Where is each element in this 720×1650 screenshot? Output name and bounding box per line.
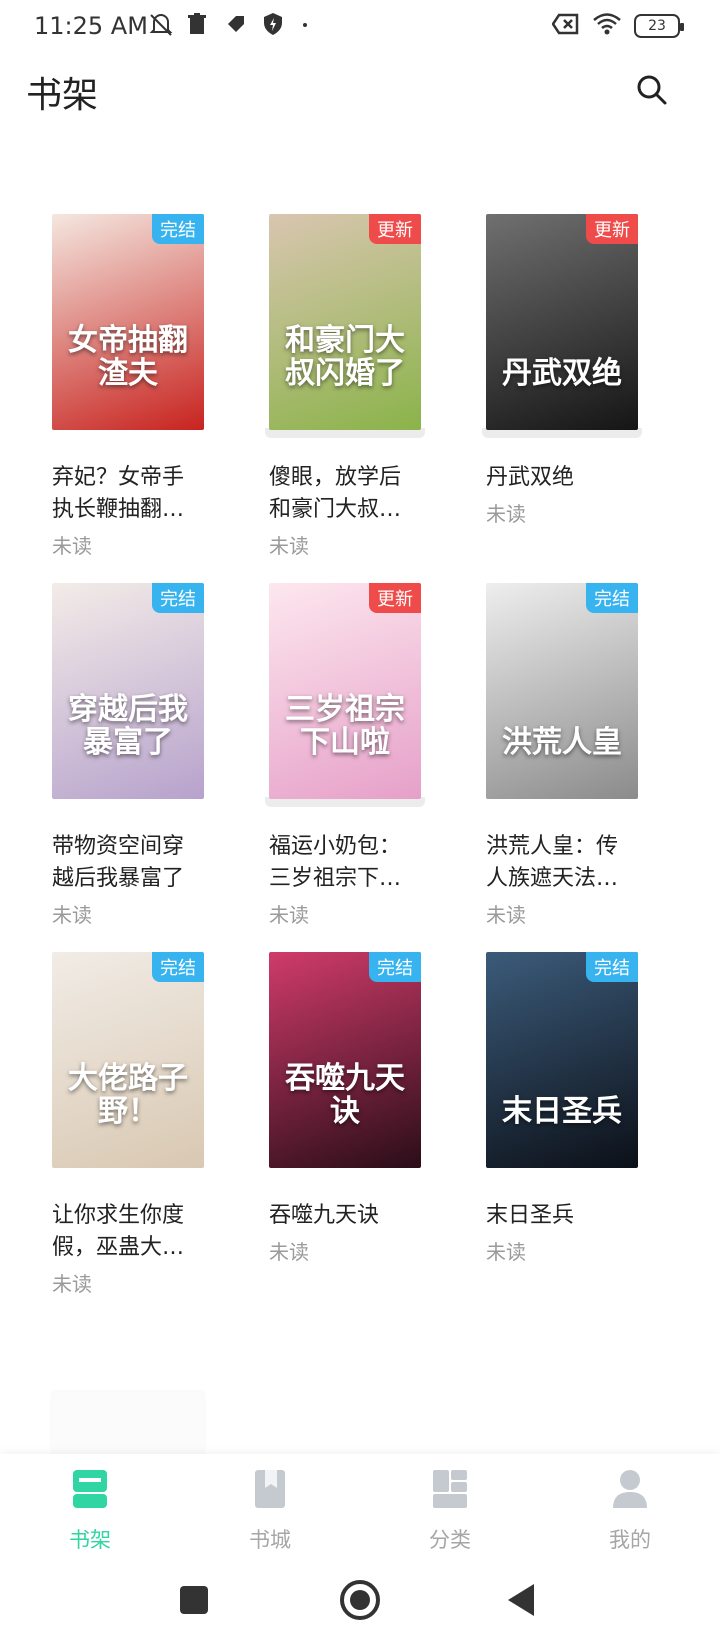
status-right-icons: 23 (551, 12, 684, 40)
read-status: 未读 (52, 903, 92, 927)
wifi-icon (592, 12, 622, 40)
book-card[interactable]: 大佬路子野！ 完结让你求生你度假，巫蛊大佬... 未读 (52, 952, 204, 1297)
book-title: 吞噬九天诀 (269, 1203, 380, 1228)
book-cover-wrap: 和豪门大叔闪婚了 更新 (265, 214, 425, 438)
tab-label: 分类 (429, 1528, 471, 1552)
system-nav-bar (0, 1580, 720, 1650)
bookshelf-icon (71, 1468, 109, 1510)
book-title: 让你求生你度假，巫蛊大佬... (52, 1203, 185, 1260)
book-title: 末日圣兵 (486, 1203, 575, 1228)
book-card[interactable]: 女帝抽翻渣夫 完结弃妃？女帝手执长鞭抽翻渣... 未读 (52, 214, 204, 559)
read-status: 未读 (486, 1240, 526, 1264)
trash-icon (186, 12, 210, 38)
book-cover: 三岁祖宗下山啦 更新 (269, 583, 421, 799)
status-left-icons (148, 12, 324, 38)
home-button[interactable] (340, 1580, 380, 1620)
tag-icon (224, 12, 248, 38)
tab-label: 我的 (609, 1528, 651, 1552)
book-card[interactable]: 三岁祖宗下山啦 更新福运小奶包：三岁祖宗下山... 未读 (265, 583, 425, 928)
tab-bookstore[interactable]: 书城 (180, 1454, 360, 1582)
book-cover-wrap: 穿越后我暴富了 完结 (52, 583, 204, 799)
status-badge: 更新 (586, 214, 638, 244)
cover-title-art: 末日圣兵 (502, 1094, 622, 1129)
book-cover-wrap: 吞噬九天诀 完结 (269, 952, 421, 1168)
mute-icon (148, 12, 173, 38)
read-status: 未读 (486, 903, 526, 927)
tab-category[interactable]: 分类 (360, 1454, 540, 1582)
recent-apps-button[interactable] (180, 1586, 208, 1614)
book-card[interactable]: 吞噬九天诀 完结吞噬九天诀未读 (269, 952, 421, 1265)
cover-title-art: 大佬路子野！ (68, 1061, 188, 1129)
cover-title-art: 女帝抽翻渣夫 (68, 323, 188, 391)
battery-icon: 23 (634, 14, 684, 38)
book-title: 带物资空间穿越后我暴富了 (52, 834, 185, 891)
book-title: 丹武双绝 (486, 465, 575, 490)
status-bar: 11:25 AM 23 (0, 0, 720, 54)
read-status: 未读 (52, 1272, 92, 1296)
book-cover-wrap: 大佬路子野！ 完结 (52, 952, 204, 1168)
book-cover-wrap: 三岁祖宗下山啦 更新 (265, 583, 425, 807)
status-time: 11:25 AM (34, 12, 148, 40)
status-badge: 完结 (369, 952, 421, 982)
cover-title-art: 吞噬九天诀 (285, 1061, 405, 1129)
back-button[interactable] (508, 1584, 534, 1616)
book-title: 弃妃？女帝手执长鞭抽翻渣... (52, 465, 185, 522)
book-card[interactable]: 末日圣兵 完结末日圣兵未读 (486, 952, 638, 1265)
search-icon[interactable] (636, 74, 668, 106)
book-card[interactable]: 丹武双绝 更新丹武双绝未读 (482, 214, 642, 527)
status-badge: 完结 (152, 952, 204, 982)
read-status: 未读 (269, 1240, 309, 1264)
status-badge: 完结 (586, 583, 638, 613)
status-badge: 更新 (369, 214, 421, 244)
book-cover: 丹武双绝 更新 (486, 214, 638, 430)
book-card-partial[interactable] (52, 1392, 204, 1456)
book-cover-wrap: 丹武双绝 更新 (482, 214, 642, 438)
read-status: 未读 (486, 502, 526, 526)
cover-title-art: 穿越后我暴富了 (68, 692, 188, 760)
cover-title-art: 三岁祖宗下山啦 (285, 692, 405, 760)
status-badge: 完结 (586, 952, 638, 982)
book-cover-wrap: 女帝抽翻渣夫 完结 (52, 214, 204, 430)
cover-title-art: 洪荒人皇 (502, 725, 622, 760)
book-cover: 女帝抽翻渣夫 完结 (52, 214, 204, 430)
status-badge: 更新 (369, 583, 421, 613)
book-cover: 大佬路子野！ 完结 (52, 952, 204, 1168)
book-cover-wrap: 洪荒人皇 完结 (486, 583, 638, 799)
book-card[interactable]: 穿越后我暴富了 完结带物资空间穿越后我暴富了未读 (52, 583, 204, 928)
book-title: 傻眼，放学后和豪门大叔闪... (269, 465, 402, 522)
cover-title-art: 丹武双绝 (502, 356, 622, 391)
x-box-icon (551, 12, 580, 40)
read-status: 未读 (269, 534, 309, 558)
profile-icon (611, 1468, 649, 1510)
category-icon (431, 1468, 469, 1510)
tab-bookshelf[interactable]: 书架 (0, 1454, 180, 1582)
tab-label: 书城 (249, 1528, 291, 1552)
read-status: 未读 (52, 534, 92, 558)
tab-label: 书架 (69, 1528, 111, 1552)
book-cover-wrap: 末日圣兵 完结 (486, 952, 638, 1168)
book-cover: 末日圣兵 完结 (486, 952, 638, 1168)
book-cover: 吞噬九天诀 完结 (269, 952, 421, 1168)
page-title: 书架 (26, 75, 99, 116)
cover-title-art: 和豪门大叔闪婚了 (285, 323, 405, 391)
book-card[interactable]: 和豪门大叔闪婚了 更新傻眼，放学后和豪门大叔闪... 未读 (265, 214, 425, 559)
bottom-tab-bar: 书架 书城 分类 我的 (0, 1454, 720, 1582)
tab-profile[interactable]: 我的 (540, 1454, 720, 1582)
bookstore-icon (251, 1468, 289, 1510)
dot-icon (300, 12, 324, 38)
shield-icon (262, 12, 286, 38)
book-cover: 穿越后我暴富了 完结 (52, 583, 204, 799)
book-title: 洪荒人皇：传人族遮天法杀... (486, 834, 619, 891)
read-status: 未读 (269, 903, 309, 927)
status-badge: 完结 (152, 214, 204, 244)
status-badge: 完结 (152, 583, 204, 613)
book-title: 福运小奶包：三岁祖宗下山... (269, 834, 402, 891)
book-card[interactable]: 洪荒人皇 完结洪荒人皇：传人族遮天法杀... 未读 (486, 583, 638, 928)
book-cover: 洪荒人皇 完结 (486, 583, 638, 799)
book-cover: 和豪门大叔闪婚了 更新 (269, 214, 421, 430)
